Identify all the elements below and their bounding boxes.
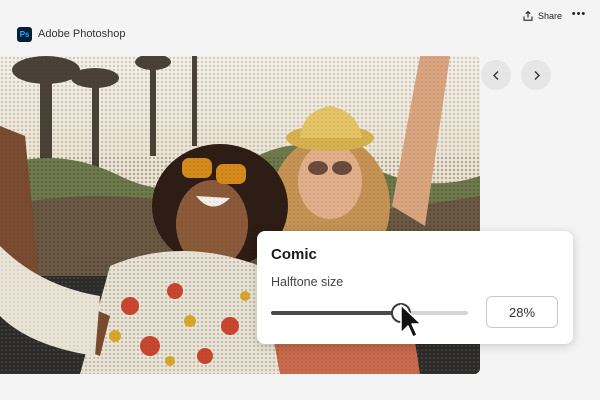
mouse-pointer-icon [400, 304, 421, 338]
photoshop-logo: Ps [17, 27, 32, 42]
share-button[interactable]: Share [523, 8, 562, 24]
top-bar: Ps Adobe Photoshop Share ••• [0, 0, 600, 56]
effect-title: Comic [271, 246, 317, 263]
share-label: Share [538, 11, 563, 21]
previous-button[interactable] [481, 60, 511, 90]
next-button[interactable] [521, 60, 551, 90]
app-name: Adobe Photoshop [38, 28, 126, 40]
halftone-size-slider[interactable] [271, 303, 468, 323]
share-icon [523, 11, 533, 21]
chevron-left-icon [492, 70, 498, 80]
chevron-right-icon [534, 70, 540, 80]
more-options-button[interactable]: ••• [571, 8, 587, 24]
slider-fill [271, 311, 402, 315]
halftone-size-value-field[interactable]: 28% [486, 296, 558, 328]
halftone-size-label: Halftone size [271, 275, 344, 289]
page: Ps Adobe Photoshop Share ••• Comic Halft… [0, 0, 600, 400]
